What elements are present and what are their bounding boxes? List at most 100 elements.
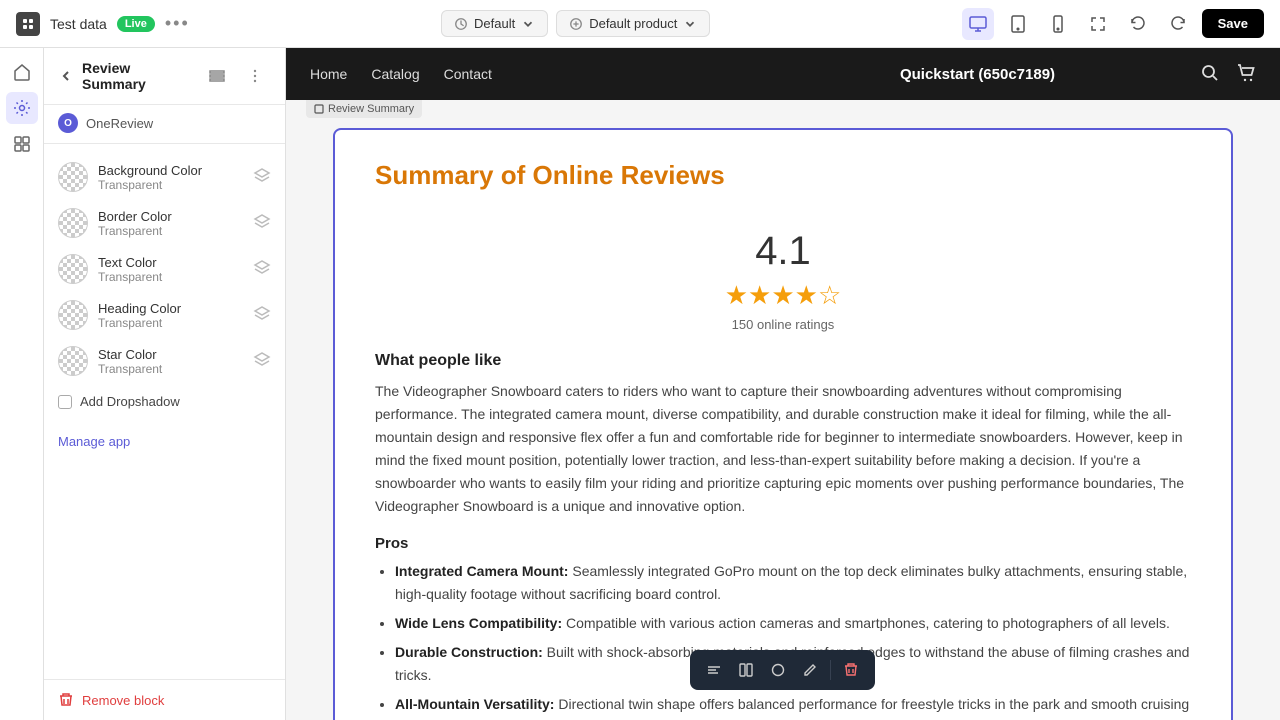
rating-count: 150 online ratings (375, 317, 1191, 332)
floating-toolbar (690, 650, 875, 690)
section1-body: The Videographer Snowboard caters to rid… (375, 380, 1191, 519)
color-item-heading: Heading Color Transparent (44, 292, 285, 338)
color-item-background: Background Color Transparent (44, 154, 285, 200)
text-color-swatch[interactable] (58, 254, 88, 284)
heading-color-info: Heading Color Transparent (98, 301, 243, 330)
pro-item-2: Wide Lens Compatibility: Compatible with… (395, 612, 1191, 635)
panel-list-view-button[interactable] (201, 60, 233, 92)
panel-content: Background Color Transparent Border Colo… (44, 144, 285, 679)
pro-item-4: All-Mountain Versatility: Directional tw… (395, 693, 1191, 720)
panel-title: Review Summary (82, 60, 193, 92)
review-title: Summary of Online Reviews (375, 160, 1191, 191)
heading-stack-icon[interactable] (253, 305, 271, 326)
icon-bar-blocks[interactable] (6, 128, 38, 160)
background-stack-icon[interactable] (253, 167, 271, 188)
topbar-right: Save (962, 8, 1264, 40)
stars: ★★★★☆ (375, 280, 1191, 311)
topbar-left: Test data Live ••• (16, 12, 190, 36)
color-item-star: Star Color Transparent (44, 338, 285, 384)
app-icon (16, 12, 40, 36)
star-stack-icon[interactable] (253, 351, 271, 372)
review-card: Summary of Online Reviews 4.1 ★★★★☆ 150 … (333, 128, 1233, 720)
border-color-value: Transparent (98, 224, 243, 238)
default-product-dropdown[interactable]: Default product (556, 10, 710, 37)
star-color-swatch[interactable] (58, 346, 88, 376)
pros-heading: Pros (375, 535, 1191, 552)
pro-item-1: Integrated Camera Mount: Seamlessly inte… (395, 560, 1191, 606)
panel-sub: O OneReview (44, 105, 285, 144)
section1-heading: What people like (375, 352, 1191, 370)
toolbar-edit-button[interactable] (796, 656, 824, 684)
default-theme-dropdown[interactable]: Default (441, 10, 548, 37)
background-color-name: Background Color (98, 163, 243, 178)
tablet-view-button[interactable] (1002, 8, 1034, 40)
preview-nav-links: Home Catalog Contact (310, 66, 755, 82)
toolbar-delete-button[interactable] (837, 656, 865, 684)
background-color-swatch[interactable] (58, 162, 88, 192)
text-color-value: Transparent (98, 270, 243, 284)
toolbar-align-button[interactable] (700, 656, 728, 684)
main-layout: Review Summary O OneReview Background Co… (0, 48, 1280, 720)
review-label-tag[interactable]: Review Summary (306, 100, 422, 118)
topbar-center: Default Default product (202, 10, 950, 37)
nav-link-contact[interactable]: Contact (444, 66, 492, 82)
mobile-view-button[interactable] (1042, 8, 1074, 40)
toolbar-layout-button[interactable] (732, 656, 760, 684)
border-stack-icon[interactable] (253, 213, 271, 234)
star-color-info: Star Color Transparent (98, 347, 243, 376)
onereview-icon: O (58, 113, 78, 133)
heading-color-swatch[interactable] (58, 300, 88, 330)
panel-sub-label: OneReview (86, 116, 153, 131)
panel-header-icons (201, 60, 271, 92)
redo-button[interactable] (1162, 8, 1194, 40)
dropshadow-checkbox[interactable] (58, 395, 72, 409)
toolbar-divider (830, 660, 831, 680)
nav-link-catalog[interactable]: Catalog (371, 66, 419, 82)
star-color-name: Star Color (98, 347, 243, 362)
preview-nav: Home Catalog Contact Quickstart (650c718… (286, 48, 1280, 100)
cart-icon[interactable] (1236, 63, 1256, 86)
review-tag-label: Review Summary (328, 103, 414, 115)
icon-bar (0, 48, 44, 720)
heading-color-value: Transparent (98, 316, 243, 330)
border-color-info: Border Color Transparent (98, 209, 243, 238)
save-button[interactable]: Save (1202, 9, 1264, 38)
manage-app-link[interactable]: Manage app (58, 434, 130, 449)
preview-content: Review Summary Summary of Online Reviews… (286, 100, 1280, 720)
dropshadow-row: Add Dropshadow (44, 384, 285, 419)
rating-section: 4.1 ★★★★☆ 150 online ratings (375, 209, 1191, 352)
toolbar-circle-button[interactable] (764, 656, 792, 684)
border-color-name: Border Color (98, 209, 243, 224)
search-icon[interactable] (1200, 63, 1220, 86)
text-stack-icon[interactable] (253, 259, 271, 280)
topbar: Test data Live ••• Default Default produ… (0, 0, 1280, 48)
color-item-border: Border Color Transparent (44, 200, 285, 246)
icon-bar-home[interactable] (6, 56, 38, 88)
nav-link-home[interactable]: Home (310, 66, 347, 82)
left-panel: Review Summary O OneReview Background Co… (44, 48, 286, 720)
color-item-text: Text Color Transparent (44, 246, 285, 292)
desktop-view-button[interactable] (962, 8, 994, 40)
panel-more-button[interactable] (239, 60, 271, 92)
star-color-value: Transparent (98, 362, 243, 376)
back-button[interactable] (58, 68, 74, 84)
more-menu-button[interactable]: ••• (165, 13, 190, 34)
undo-button[interactable] (1122, 8, 1154, 40)
preview-area: Home Catalog Contact Quickstart (650c718… (286, 48, 1280, 720)
pros-list: Integrated Camera Mount: Seamlessly inte… (375, 560, 1191, 720)
background-color-value: Transparent (98, 178, 243, 192)
icon-bar-settings[interactable] (6, 92, 38, 124)
manage-link: Manage app (44, 419, 285, 463)
remove-block-button[interactable]: Remove block (44, 679, 285, 720)
dropshadow-label: Add Dropshadow (80, 394, 180, 409)
remove-block-label: Remove block (82, 693, 164, 708)
app-name: Test data (50, 16, 107, 32)
border-color-swatch[interactable] (58, 208, 88, 238)
live-badge: Live (117, 16, 155, 32)
text-color-name: Text Color (98, 255, 243, 270)
rating-number: 4.1 (375, 229, 1191, 274)
expand-view-button[interactable] (1082, 8, 1114, 40)
panel-header: Review Summary (44, 48, 285, 105)
heading-color-name: Heading Color (98, 301, 243, 316)
store-title: Quickstart (650c7189) (755, 66, 1200, 83)
